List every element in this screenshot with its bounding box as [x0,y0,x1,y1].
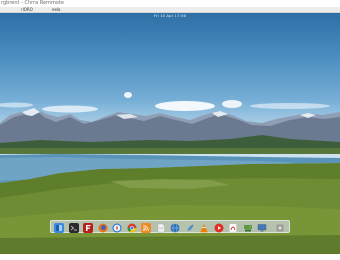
add-icon[interactable] [275,223,285,233]
monitor-icon[interactable] [257,223,267,233]
youtube-icon[interactable] [214,223,224,233]
firefox-icon[interactable] [98,223,108,233]
globe-icon[interactable] [170,222,180,233]
desktop-clock: Fri 15 Apr 17:56 [153,14,187,18]
document-icon[interactable] [156,223,166,233]
desktop-wallpaper: Fri 15 Apr 17:56 [0,13,340,254]
finder-icon[interactable] [54,222,64,233]
terminal-icon[interactable] [68,222,79,233]
network-drive-icon[interactable] [243,223,253,233]
rss-icon[interactable] [141,222,151,233]
pdf-reader-icon[interactable] [228,223,238,233]
window-title: rgbrent - Chrra Remmote [0,0,340,7]
dock [50,220,290,233]
safari-icon[interactable] [112,223,122,233]
vlc-icon[interactable] [199,223,209,233]
landscape-wallpaper [0,92,340,254]
feather-icon[interactable] [185,223,195,233]
chrome-icon[interactable] [127,223,137,233]
bottom-bar [0,254,340,260]
filezilla-icon[interactable] [83,222,93,233]
